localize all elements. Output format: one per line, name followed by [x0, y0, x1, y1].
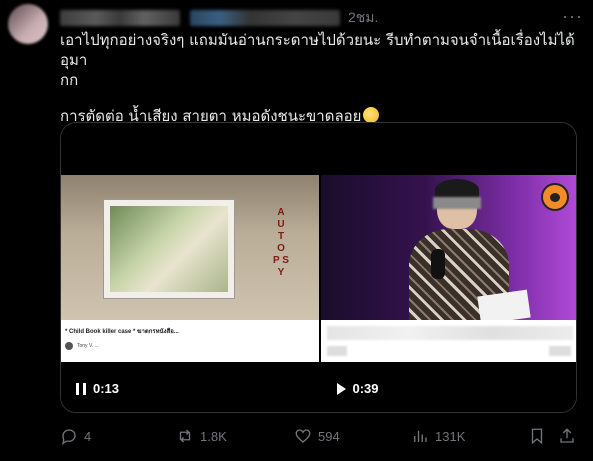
repost-button[interactable]: 1.8K — [176, 427, 227, 445]
repost-icon — [179, 429, 191, 443]
bookmark-icon — [531, 428, 543, 445]
pause-icon[interactable] — [73, 382, 89, 396]
video-left[interactable]: A U T O P S Y * Child Book killer case *… — [61, 123, 319, 412]
photo-frame — [103, 199, 235, 299]
microphone — [430, 249, 445, 279]
tweet-text: เอาไปทุกอย่างจริงๆ แถมมันอ่านกระดาษไปด้ว… — [60, 30, 580, 126]
heart-icon — [295, 429, 311, 443]
video-duration: 0:39 — [352, 381, 379, 396]
media-container: A U T O P S Y * Child Book killer case *… — [60, 122, 577, 413]
video-left-frame: A U T O P S Y — [61, 175, 319, 320]
author-handle-redacted[interactable] — [190, 10, 340, 26]
video-left-controls[interactable]: 0:13 — [73, 381, 119, 396]
action-bar: 4 1.8K 594 131K — [60, 426, 580, 446]
tweet-header: 2ชม. — [60, 8, 378, 28]
analytics-icon — [414, 430, 427, 442]
more-options-icon[interactable]: ··· — [562, 6, 583, 27]
caption-channel: Tony V. ... — [65, 342, 315, 350]
caption-redacted — [326, 326, 573, 340]
share-icon — [560, 428, 574, 443]
tweet-text-line: กก — [60, 71, 79, 89]
censor-bar — [432, 197, 481, 209]
video-left-caption: * Child Book killer case * ฆาตกรหนังสือ.… — [61, 320, 319, 362]
video-right-frame — [320, 175, 576, 325]
autopsy-letters: A U T O P S Y — [273, 207, 289, 278]
repost-count: 1.8K — [200, 428, 227, 444]
channel-avatar — [65, 342, 73, 350]
play-icon[interactable] — [333, 382, 349, 396]
video-duration: 0:13 — [93, 381, 120, 396]
caption-redacted — [326, 346, 347, 356]
channel-name: Tony V. ... — [77, 343, 99, 349]
author-name-redacted[interactable] — [60, 10, 180, 26]
reply-icon — [62, 429, 76, 445]
video-right-caption — [320, 320, 576, 362]
caption-title: * Child Book killer case * ฆาตกรหนังสือ.… — [65, 329, 179, 335]
couple-photo — [110, 206, 228, 292]
tweet: 2ชม. ··· เอาไปทุกอย่างจริงๆ แถมมันอ่านกร… — [0, 0, 593, 461]
channel-logo-icon — [540, 183, 569, 211]
video-right-controls[interactable]: 0:39 — [333, 381, 379, 396]
caption-redacted — [548, 346, 571, 356]
reply-count: 4 — [84, 428, 92, 444]
like-button[interactable]: 594 — [294, 427, 340, 445]
avatar[interactable] — [8, 4, 48, 44]
views-button[interactable]: 131K — [411, 427, 465, 445]
timestamp[interactable]: 2ชม. — [348, 7, 378, 29]
view-count: 131K — [435, 428, 466, 444]
bookmark-button[interactable] — [528, 427, 546, 445]
like-count: 594 — [318, 428, 340, 444]
video-right[interactable]: 0:39 — [318, 123, 576, 412]
tweet-text-line: เอาไปทุกอย่างจริงๆ แถมมันอ่านกระดาษไปด้ว… — [60, 31, 580, 69]
reply-button[interactable]: 4 — [60, 427, 91, 445]
share-button[interactable] — [558, 427, 576, 445]
pleading-face-icon — [363, 107, 380, 123]
